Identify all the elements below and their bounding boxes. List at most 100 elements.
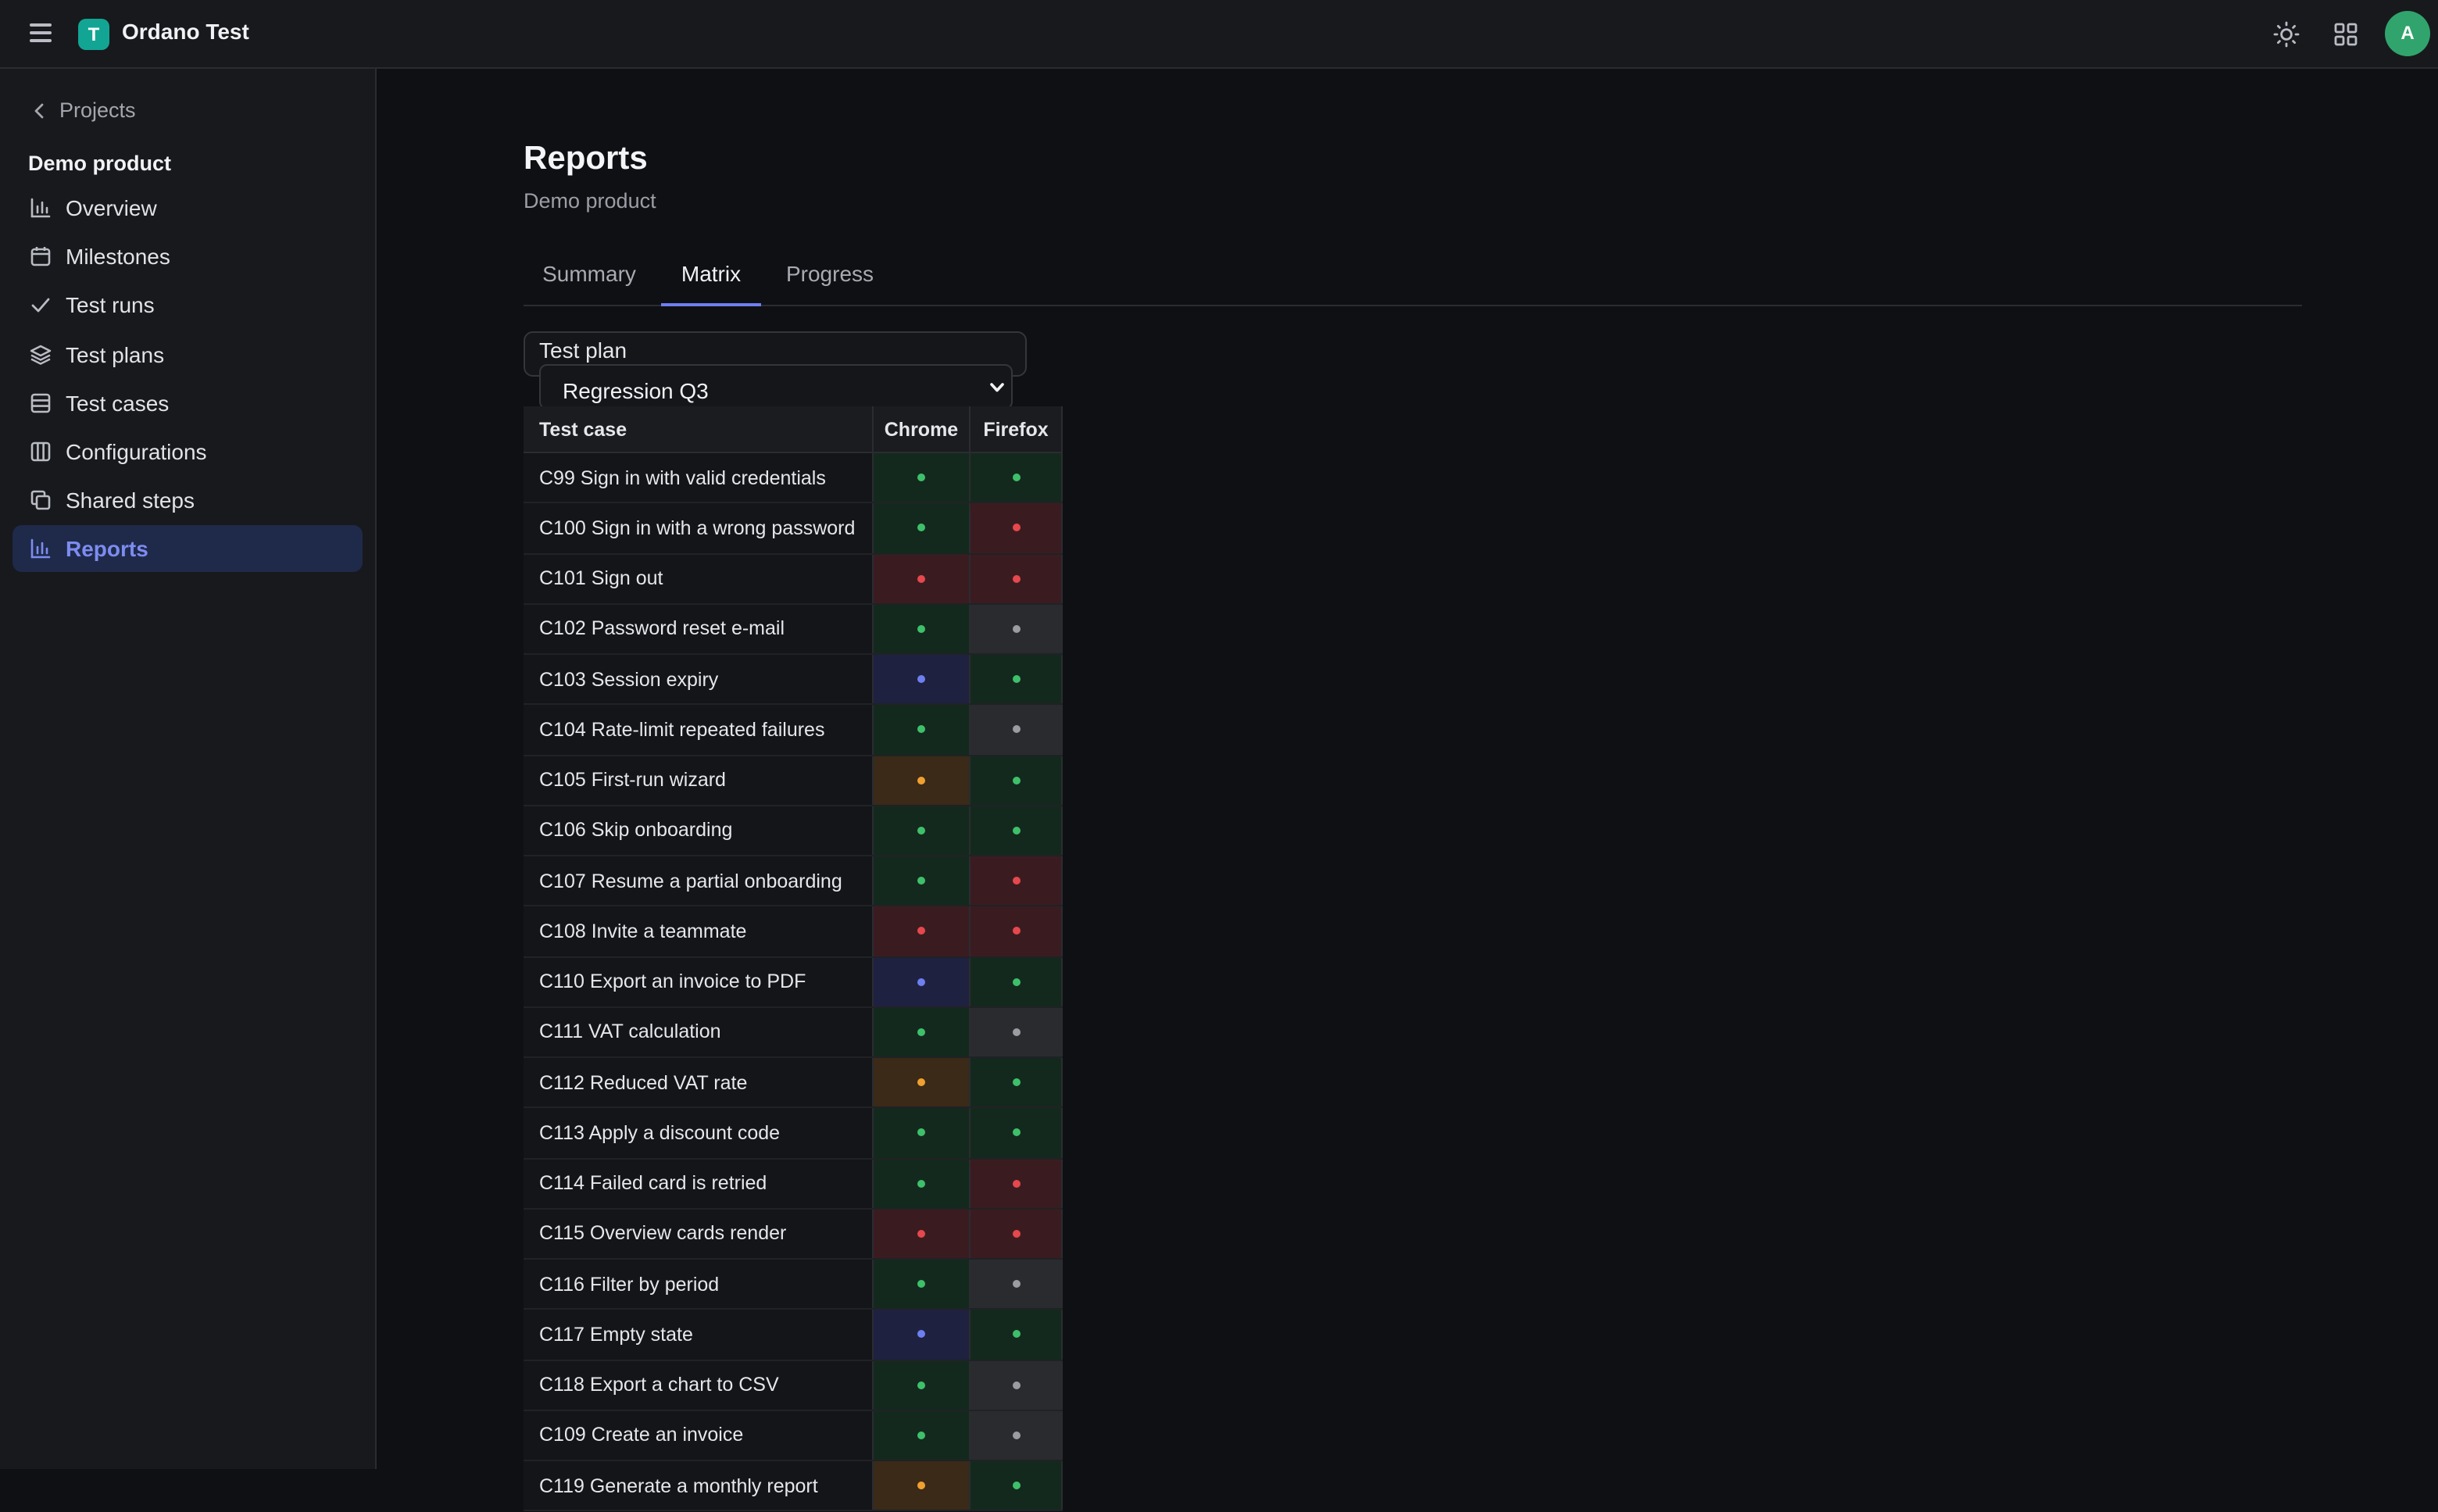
sidebar-item-label: Shared steps [66, 488, 195, 513]
status-dot-icon [917, 1028, 925, 1036]
firefox-result-cell[interactable] [971, 453, 1063, 502]
chrome-result-cell[interactable] [874, 1360, 971, 1410]
theme-toggle-icon[interactable] [2271, 19, 2302, 50]
tab-matrix[interactable]: Matrix [661, 248, 761, 306]
chrome-result-cell[interactable] [874, 1461, 971, 1510]
firefox-result-cell[interactable] [971, 604, 1063, 653]
test-case-name[interactable]: C115 Overview cards render [524, 1209, 874, 1258]
chrome-result-cell[interactable] [874, 1209, 971, 1258]
test-case-name[interactable]: C109 Create an invoice [524, 1410, 874, 1460]
test-case-name[interactable]: C105 First-run wizard [524, 756, 874, 805]
firefox-result-cell[interactable] [971, 1410, 1063, 1460]
sidebar-item-configurations[interactable]: Configurations [13, 428, 363, 475]
sidebar-item-label: Reports [66, 536, 148, 562]
test-case-name[interactable]: C114 Failed card is retried [524, 1159, 874, 1208]
test-case-name[interactable]: C100 Sign in with a wrong password [524, 503, 874, 552]
firefox-result-cell[interactable] [971, 1159, 1063, 1208]
user-avatar[interactable]: A [2385, 11, 2430, 56]
table-row: C109 Create an invoice [524, 1410, 1063, 1461]
test-case-name[interactable]: C117 Empty state [524, 1310, 874, 1359]
chrome-result-cell[interactable] [874, 906, 971, 956]
chrome-result-cell[interactable] [874, 1410, 971, 1460]
status-dot-icon [1012, 1179, 1020, 1188]
firefox-result-cell[interactable] [971, 906, 1063, 956]
test-plan-select[interactable]: Regression Q3 [539, 364, 1013, 409]
column-header-chrome[interactable]: Chrome [874, 406, 971, 452]
sidebar-item-test-runs[interactable]: Test runs [13, 282, 363, 329]
chrome-result-cell[interactable] [874, 1108, 971, 1157]
sidebar-item-milestones[interactable]: Milestones [13, 233, 363, 280]
firefox-result-cell[interactable] [971, 1058, 1063, 1107]
chrome-result-cell[interactable] [874, 806, 971, 855]
test-case-name[interactable]: C99 Sign in with valid credentials [524, 453, 874, 502]
table-row: C102 Password reset e-mail [524, 604, 1063, 655]
chrome-result-cell[interactable] [874, 554, 971, 603]
firefox-result-cell[interactable] [971, 1108, 1063, 1157]
firefox-result-cell[interactable] [971, 806, 1063, 855]
firefox-result-cell[interactable] [971, 957, 1063, 1006]
sidebar-item-test-cases[interactable]: Test cases [13, 380, 363, 427]
app-logo: T [78, 19, 109, 50]
chrome-result-cell[interactable] [874, 856, 971, 906]
test-case-name[interactable]: C112 Reduced VAT rate [524, 1058, 874, 1107]
test-case-name[interactable]: C101 Sign out [524, 554, 874, 603]
column-header-firefox[interactable]: Firefox [971, 406, 1063, 452]
test-case-name[interactable]: C110 Export an invoice to PDF [524, 957, 874, 1006]
tab-progress[interactable]: Progress [774, 248, 886, 303]
chrome-result-cell[interactable] [874, 604, 971, 653]
firefox-result-cell[interactable] [971, 554, 1063, 603]
test-case-name[interactable]: C119 Generate a monthly report [524, 1461, 874, 1510]
test-case-name[interactable]: C104 Rate-limit repeated failures [524, 705, 874, 754]
test-case-name[interactable]: C108 Invite a teammate [524, 906, 874, 956]
test-plan-value: Regression Q3 [563, 378, 709, 403]
chrome-result-cell[interactable] [874, 453, 971, 502]
check-icon [31, 298, 50, 313]
status-dot-icon [1012, 1381, 1020, 1389]
sidebar-item-test-plans[interactable]: Test plans [13, 331, 363, 377]
table-row: C110 Export an invoice to PDF [524, 957, 1063, 1008]
chrome-result-cell[interactable] [874, 1310, 971, 1359]
top-bar: T Ordano Test A [0, 0, 2438, 69]
firefox-result-cell[interactable] [971, 655, 1063, 704]
firefox-result-cell[interactable] [971, 1007, 1063, 1056]
back-to-projects-link[interactable]: Projects [31, 98, 136, 122]
test-case-name[interactable]: C111 VAT calculation [524, 1007, 874, 1056]
sidebar-item-reports[interactable]: Reports [13, 525, 363, 573]
sidebar-item-overview[interactable]: Overview [13, 184, 363, 231]
firefox-result-cell[interactable] [971, 1360, 1063, 1410]
chrome-result-cell[interactable] [874, 1058, 971, 1107]
app-title: Ordano Test [122, 19, 249, 44]
status-dot-icon [917, 1128, 925, 1137]
sidebar-item-shared-steps[interactable]: Shared steps [13, 477, 363, 524]
menu-icon[interactable] [30, 23, 52, 42]
status-dot-icon [1012, 978, 1020, 986]
list-icon [30, 393, 51, 413]
test-case-name[interactable]: C102 Password reset e-mail [524, 604, 874, 653]
firefox-result-cell[interactable] [971, 705, 1063, 754]
column-header-test-case[interactable]: Test case [524, 406, 874, 452]
chrome-result-cell[interactable] [874, 1007, 971, 1056]
firefox-result-cell[interactable] [971, 1310, 1063, 1359]
chrome-result-cell[interactable] [874, 1260, 971, 1309]
firefox-result-cell[interactable] [971, 756, 1063, 805]
apps-grid-icon[interactable] [2330, 19, 2361, 50]
project-name: Demo product [28, 152, 172, 175]
test-case-name[interactable]: C118 Export a chart to CSV [524, 1360, 874, 1410]
firefox-result-cell[interactable] [971, 1260, 1063, 1309]
tab-summary[interactable]: Summary [524, 248, 655, 303]
chrome-result-cell[interactable] [874, 655, 971, 704]
firefox-result-cell[interactable] [971, 856, 1063, 906]
chrome-result-cell[interactable] [874, 503, 971, 552]
test-case-name[interactable]: C106 Skip onboarding [524, 806, 874, 855]
test-case-name[interactable]: C113 Apply a discount code [524, 1108, 874, 1157]
chrome-result-cell[interactable] [874, 756, 971, 805]
chrome-result-cell[interactable] [874, 957, 971, 1006]
chrome-result-cell[interactable] [874, 705, 971, 754]
test-case-name[interactable]: C103 Session expiry [524, 655, 874, 704]
firefox-result-cell[interactable] [971, 1209, 1063, 1258]
firefox-result-cell[interactable] [971, 503, 1063, 552]
firefox-result-cell[interactable] [971, 1461, 1063, 1510]
test-case-name[interactable]: C107 Resume a partial onboarding [524, 856, 874, 906]
test-case-name[interactable]: C116 Filter by period [524, 1260, 874, 1309]
chrome-result-cell[interactable] [874, 1159, 971, 1208]
